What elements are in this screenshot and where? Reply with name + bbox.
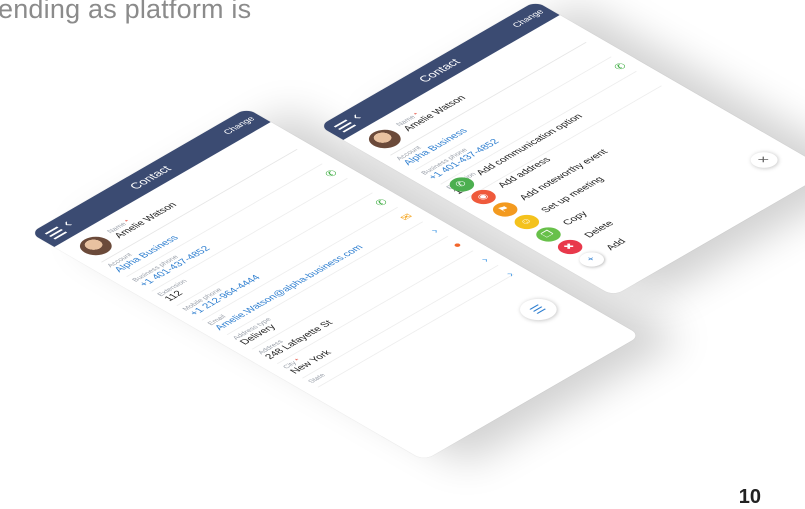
avatar	[73, 233, 119, 259]
list-menu-fab[interactable]: ☰	[512, 294, 565, 325]
chevron-right-icon[interactable]: ›	[427, 226, 443, 235]
map-pin-icon[interactable]: ●	[449, 241, 465, 250]
list-icon: ☰	[526, 302, 550, 316]
mail-icon[interactable]: ✉	[397, 212, 416, 223]
avatar	[362, 126, 408, 152]
phone-icon[interactable]: ✆	[372, 197, 391, 209]
close-icon: ✕	[754, 154, 774, 166]
phone-icon[interactable]: ✆	[611, 61, 630, 73]
plus-icon: +	[574, 249, 609, 270]
action-menu-label: Add	[603, 237, 629, 252]
chevron-right-icon[interactable]: ›	[477, 255, 493, 264]
phone-icon[interactable]: ✆	[322, 168, 341, 180]
caption-text: ending as platform is	[0, 0, 252, 24]
page-number: 10	[738, 486, 761, 508]
